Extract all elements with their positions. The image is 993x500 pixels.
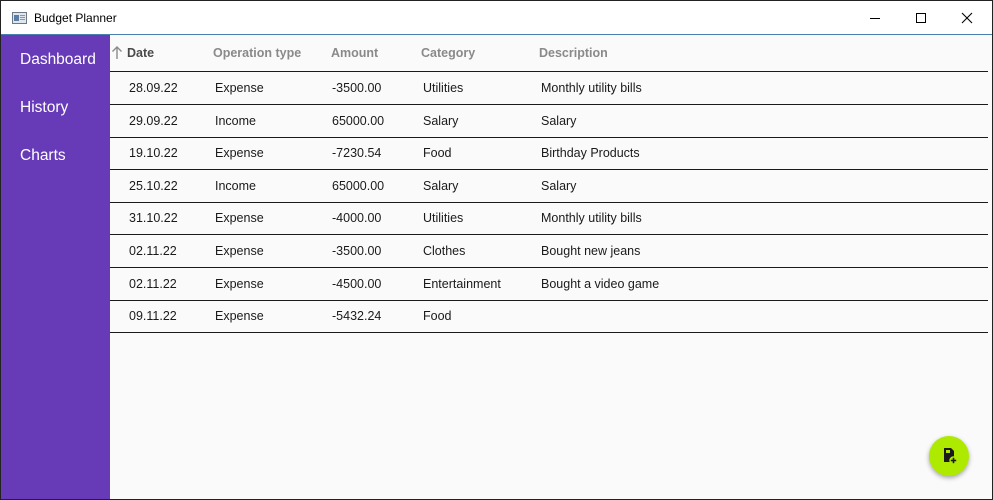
cell-description: Birthday Products [541,146,640,160]
cell-description: Bought new jeans [541,244,641,258]
cell-category: Salary [423,179,459,193]
column-header-amount[interactable]: Amount [331,46,378,60]
cell-date: 02.11.22 [129,277,177,291]
cell-category: Utilities [423,81,464,95]
cell-operation-type: Income [215,114,256,128]
cell-description: Salary [541,179,577,193]
app-window: Budget Planner Dashboard History Charts [0,0,993,500]
cell-description: Salary [541,114,577,128]
table-row[interactable]: 02.11.22 Expense -3500.00 Clothes Bought… [110,235,988,268]
column-header-date[interactable]: Date [127,46,154,60]
cell-date: 19.10.22 [129,146,178,160]
sort-ascending-icon [112,46,122,59]
cell-category: Clothes [423,244,466,258]
table-row[interactable]: 09.11.22 Expense -5432.24 Food [110,300,988,333]
cell-amount: 65000.00 [332,179,385,193]
cell-amount: -4500.00 [332,277,382,291]
cell-amount: -4000.00 [332,211,382,225]
cell-category: Salary [423,114,459,128]
cell-description: Monthly utility bills [541,211,642,225]
cell-amount: -5432.24 [332,309,382,323]
cell-description: Monthly utility bills [541,81,642,95]
cell-amount: -3500.00 [332,244,382,258]
column-header-description[interactable]: Description [539,46,608,60]
maximize-icon [916,13,926,23]
minimize-button[interactable] [852,1,898,35]
window-title: Budget Planner [34,11,117,25]
cell-description: Bought a video game [541,277,660,291]
cell-amount: -7230.54 [332,146,382,160]
cell-operation-type: Income [215,179,256,193]
cell-date: 31.10.22 [129,211,178,225]
title-bar[interactable]: Budget Planner [1,1,992,35]
table-row[interactable]: 19.10.22 Expense -7230.54 Food Birthday … [110,137,988,170]
table-row[interactable]: 29.09.22 Income 65000.00 Salary Salary [110,105,988,138]
cell-operation-type: Expense [215,309,264,323]
sidebar-item-charts[interactable]: Charts [20,147,66,165]
cell-category: Utilities [423,211,464,225]
sidebar-item-history[interactable]: History [20,99,68,117]
table-row[interactable]: 02.11.22 Expense -4500.00 Entertainment … [110,268,988,301]
column-header-category[interactable]: Category [421,46,475,60]
cell-amount: -3500.00 [332,81,382,95]
add-document-icon [944,448,958,465]
cell-category: Food [423,146,452,160]
cell-operation-type: Expense [215,81,264,95]
cell-operation-type: Expense [215,146,264,160]
close-button[interactable] [944,1,990,35]
sidebar-item-dashboard[interactable]: Dashboard [20,51,96,69]
app-icon [12,12,27,24]
cell-operation-type: Expense [215,244,264,258]
column-header-operation-type[interactable]: Operation type [213,46,301,60]
cell-date: 28.09.22 [129,81,178,95]
cell-operation-type: Expense [215,211,264,225]
cell-category: Food [423,309,452,323]
close-icon [961,12,973,24]
table-header: Date Operation type Amount Category Desc… [110,35,988,72]
cell-operation-type: Expense [215,277,264,291]
operations-table: Date Operation type Amount Category Desc… [110,35,992,499]
sidebar: Dashboard History Charts [1,35,110,499]
table-row[interactable]: 25.10.22 Income 65000.00 Salary Salary [110,170,988,203]
add-operation-button[interactable] [929,436,969,476]
cell-date: 25.10.22 [129,179,178,193]
table-row[interactable]: 31.10.22 Expense -4000.00 Utilities Mont… [110,202,988,235]
maximize-button[interactable] [898,1,944,35]
minimize-icon [870,18,880,19]
cell-date: 09.11.22 [129,309,177,323]
cell-date: 29.09.22 [129,114,178,128]
table-row[interactable]: 28.09.22 Expense -3500.00 Utilities Mont… [110,72,988,105]
cell-category: Entertainment [423,277,501,291]
cell-amount: 65000.00 [332,114,385,128]
cell-date: 02.11.22 [129,244,177,258]
